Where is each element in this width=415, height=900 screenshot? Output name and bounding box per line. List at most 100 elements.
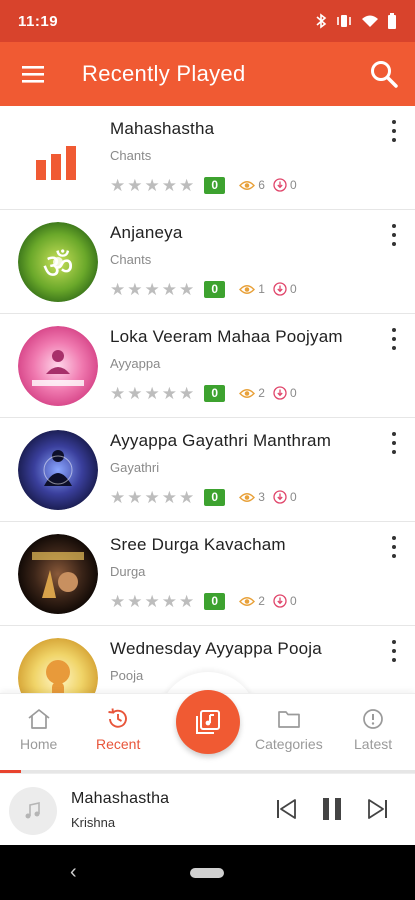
track-title: Loka Veeram Mahaa Poojyam <box>110 327 343 346</box>
track-title: Mahashastha <box>110 119 215 138</box>
rating-stars[interactable]: ★ ★ ★ ★ ★ <box>110 593 194 610</box>
track-title: Ayyappa Gayathri Manthram <box>110 431 332 450</box>
system-back-icon[interactable]: ‹ <box>70 861 77 884</box>
nav-label-home: Home <box>20 736 58 752</box>
page-title: Recently Played <box>82 61 246 86</box>
search-button[interactable] <box>353 42 415 106</box>
rating-stars[interactable]: ★ ★ ★ ★ ★ <box>110 489 194 506</box>
view-count-value: 2 <box>258 386 265 400</box>
dark-durga-disc <box>18 534 98 614</box>
track-meta: ★ ★ ★ ★ ★ 0 3 0 <box>110 487 297 507</box>
track-meta: ★ ★ ★ ★ ★ 0 1 0 <box>110 279 297 299</box>
list-item[interactable]: Ayyappa Gayathri Manthram Gayathri ★ ★ ★ ★ ★… <box>0 418 415 522</box>
app-bar: Recently Played <box>0 42 415 106</box>
list-item[interactable]: Sree Durga Kavacham Durga ★ ★ ★ ★ ★ 0 2 0 <box>0 522 415 626</box>
battery-icon <box>388 13 396 29</box>
player-track-title: Mahashastha <box>71 790 170 807</box>
menu-button[interactable] <box>0 42 66 106</box>
track-title: Anjaneya <box>110 223 183 242</box>
search-icon <box>371 61 398 88</box>
status-icons <box>315 13 397 29</box>
equalizer-bars-icon <box>36 146 76 180</box>
download-icon <box>273 178 287 192</box>
track-category: Chants <box>110 148 152 163</box>
track-meta: ★ ★ ★ ★ ★ 0 2 0 <box>110 383 297 403</box>
download-count-value: 0 <box>289 282 297 296</box>
system-home-pill[interactable] <box>190 868 224 878</box>
track-art <box>18 638 98 696</box>
pink-disc <box>18 326 98 406</box>
blue-meditation-disc <box>18 430 98 510</box>
player-art <box>9 787 57 835</box>
mini-player[interactable]: Mahashastha Krishna <box>0 773 415 845</box>
nav-item-categories[interactable]: Categories <box>255 708 323 752</box>
view-count: 2 <box>239 386 265 400</box>
view-count: 6 <box>239 178 265 192</box>
bluetooth-icon <box>316 13 327 29</box>
more-options-icon[interactable] <box>389 536 399 558</box>
download-count: 0 <box>273 178 297 192</box>
more-options-icon[interactable] <box>389 224 399 246</box>
next-button[interactable] <box>363 794 393 824</box>
vibrate-icon <box>337 15 351 27</box>
music-library-icon <box>196 710 220 734</box>
download-icon <box>273 594 287 608</box>
download-count-value: 0 <box>289 594 297 608</box>
track-art: ॐ <box>18 222 98 302</box>
library-fab-button[interactable] <box>176 690 240 754</box>
track-category: Ayyappa <box>110 356 161 371</box>
skip-next-icon <box>368 799 387 819</box>
eye-icon <box>239 492 256 502</box>
eye-icon <box>239 284 256 294</box>
previous-button[interactable] <box>271 794 301 824</box>
list-item[interactable]: ॐ Anjaneya Chants ★★★★★ 0 1 0 <box>0 210 415 314</box>
music-note-icon <box>25 802 40 819</box>
track-category: Gayathri <box>110 460 160 475</box>
rating-badge: 0 <box>204 384 226 402</box>
view-count: 1 <box>239 282 265 296</box>
view-count-value: 3 <box>258 490 265 504</box>
skip-previous-icon <box>277 799 296 819</box>
folder-icon <box>277 711 300 728</box>
track-art <box>18 118 98 198</box>
download-count: 0 <box>273 386 297 400</box>
download-count: 0 <box>273 490 297 504</box>
wifi-icon <box>362 15 378 27</box>
nav-label-recent: Recent <box>96 736 141 752</box>
track-list[interactable]: Mahashastha Chants ★★★★★ 0 6 0 ॐ A <box>0 106 415 696</box>
more-options-icon[interactable] <box>389 640 399 662</box>
view-count-value: 6 <box>258 178 265 192</box>
download-icon <box>273 282 287 296</box>
nav-item-home[interactable]: Home <box>20 708 57 752</box>
status-bar: 11:19 <box>0 0 415 42</box>
track-category: Pooja <box>110 668 144 683</box>
eye-icon <box>239 596 256 606</box>
green-om-disc: ॐ <box>18 222 98 302</box>
download-count-value: 0 <box>289 386 297 400</box>
track-art <box>18 326 98 406</box>
view-count-value: 1 <box>258 282 265 296</box>
track-title: Sree Durga Kavacham <box>110 535 286 554</box>
alert-circle-icon <box>363 709 383 729</box>
eye-icon <box>239 180 256 190</box>
rating-stars[interactable]: ★ ★ ★ ★ ★ <box>110 177 194 194</box>
eye-icon <box>239 388 256 398</box>
player-artist: Krishna <box>71 815 116 830</box>
system-navigation-bar: ‹ <box>0 845 415 900</box>
nav-item-recent[interactable]: Recent <box>96 708 140 752</box>
list-item[interactable]: Mahashastha Chants ★ ★ ★ ★ ★ 0 6 0 <box>0 106 415 210</box>
rating-stars[interactable]: ★ ★ ★ ★ ★ <box>110 281 194 298</box>
nav-item-latest[interactable]: Latest <box>354 708 392 752</box>
more-options-icon[interactable] <box>389 120 399 142</box>
more-options-icon[interactable] <box>389 328 399 350</box>
pause-button[interactable] <box>317 794 347 824</box>
more-options-icon[interactable] <box>389 432 399 454</box>
track-art <box>18 430 98 510</box>
list-item[interactable]: Loka Veeram Mahaa Poojyam Ayyappa ★ ★ ★ ★ ★ … <box>0 314 415 418</box>
pause-icon <box>323 798 341 820</box>
status-time: 11:19 <box>18 12 59 30</box>
home-icon <box>28 709 50 729</box>
track-meta: ★ ★ ★ ★ ★ 0 6 0 <box>110 175 297 195</box>
view-count-value: 2 <box>258 594 265 608</box>
rating-stars[interactable]: ★ ★ ★ ★ ★ <box>110 385 194 402</box>
